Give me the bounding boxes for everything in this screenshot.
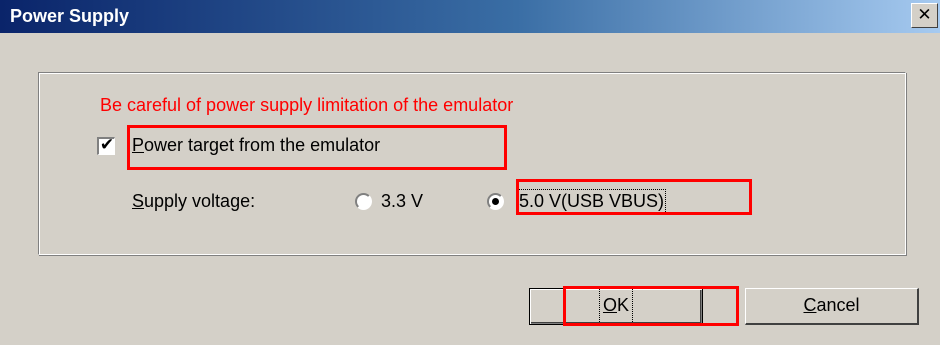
power-warning-text: Be careful of power supply limitation of… [100,95,514,115]
title-bar[interactable]: Power Supply ✕ [0,0,940,33]
power-supply-dialog: Power Supply ✕ Be careful of power suppl… [0,0,940,345]
radio-3v3-label[interactable]: 3.3 V [381,191,423,212]
power-target-checkbox[interactable]: ✔ [97,135,115,155]
radio-5v0-label[interactable]: 5.0 V(USB VBUS) [516,189,667,214]
cancel-button[interactable]: Cancel [745,288,919,325]
cancel-button-label: Cancel [803,295,860,315]
radio-selected-dot [492,198,499,205]
checkmark-icon: ✔ [99,135,115,154]
ok-button-label: OK [598,287,634,324]
ok-button[interactable]: OK [529,287,703,325]
close-icon: ✕ [917,5,932,24]
close-button[interactable]: ✕ [911,3,938,28]
radio-3v3[interactable] [355,193,372,210]
supply-voltage-label: Supply voltage: [132,191,256,211]
radio-5v0-usb-vbus[interactable] [487,193,504,210]
window-title: Power Supply [10,6,130,26]
power-target-label[interactable]: Power target from the emulator [132,135,380,156]
